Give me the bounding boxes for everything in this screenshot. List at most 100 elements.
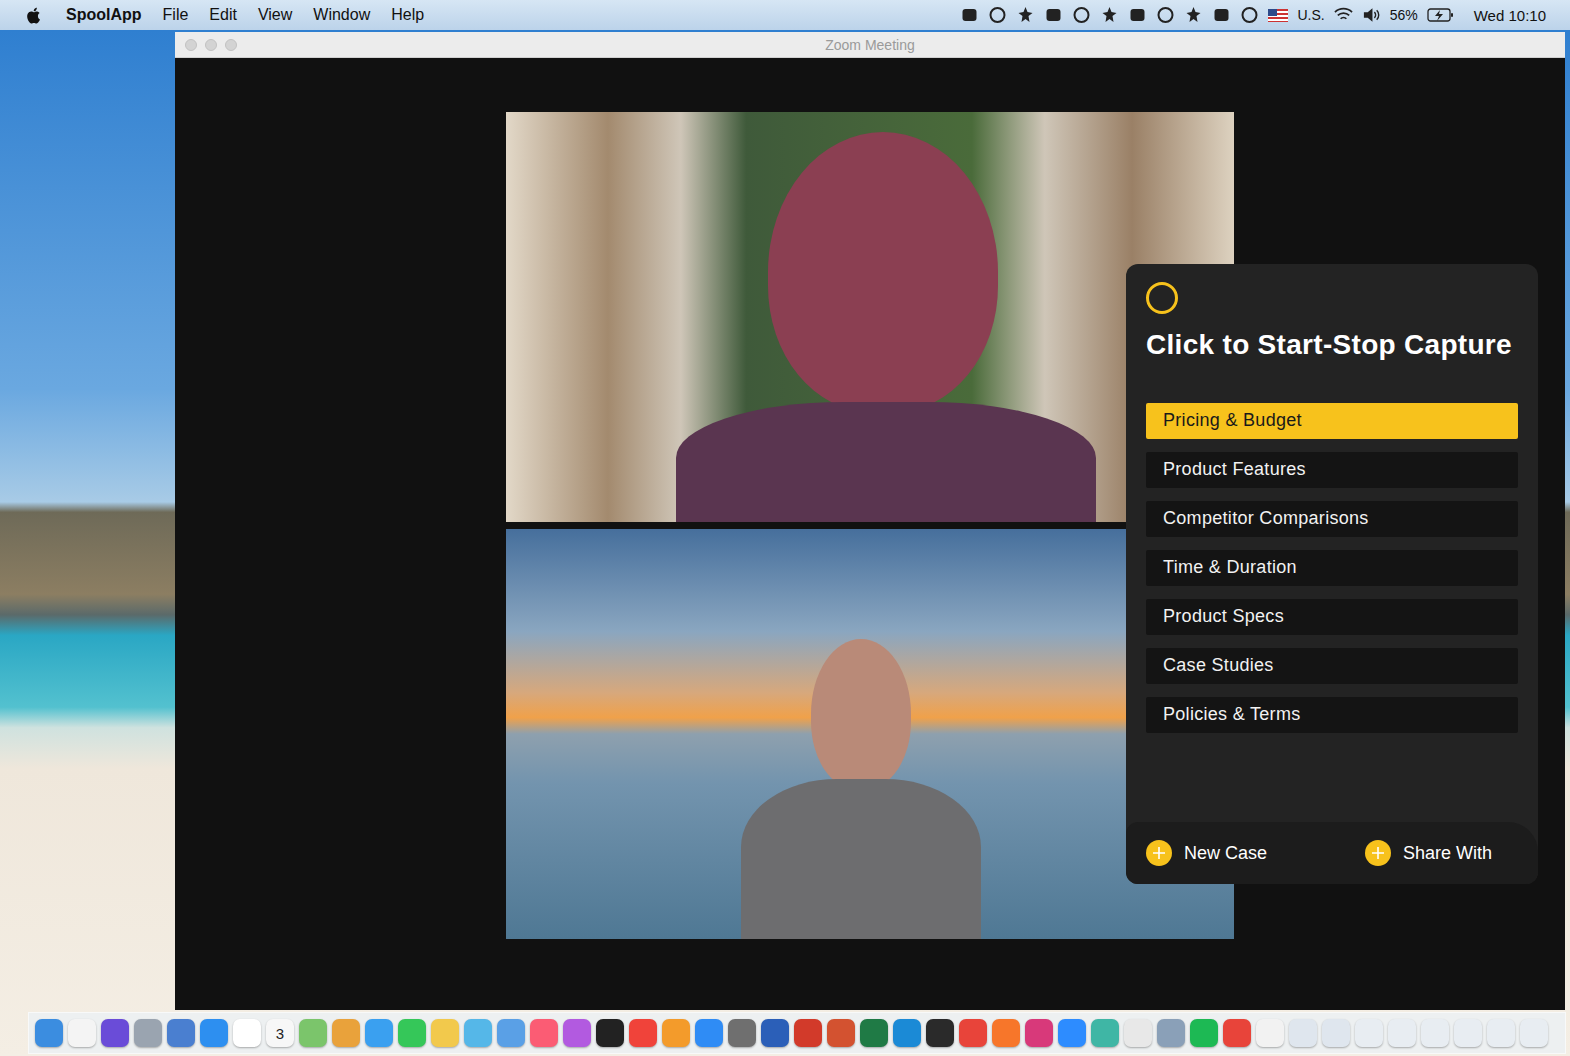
video-tile xyxy=(506,112,1234,522)
status-item-icon[interactable] xyxy=(1184,6,1203,24)
dock-app-icon[interactable] xyxy=(728,1019,756,1047)
dock-app-icon[interactable] xyxy=(959,1019,987,1047)
dock-app-icon[interactable] xyxy=(365,1019,393,1047)
dock-app-icon[interactable] xyxy=(1223,1019,1251,1047)
dock-app-icon[interactable] xyxy=(926,1019,954,1047)
menu-bar: SpoolApp File Edit View Window Help U.S. 56%… xyxy=(0,0,1570,30)
dock-app-icon[interactable] xyxy=(200,1019,228,1047)
dock-app-icon[interactable] xyxy=(464,1019,492,1047)
dock-app-icon[interactable] xyxy=(1388,1019,1416,1047)
dock-app-icon[interactable] xyxy=(134,1019,162,1047)
dock-app-icon[interactable] xyxy=(332,1019,360,1047)
menu-item[interactable]: Help xyxy=(391,6,424,24)
dock-app-icon[interactable] xyxy=(596,1019,624,1047)
dock-app-icon[interactable] xyxy=(1355,1019,1383,1047)
category-item[interactable]: Product Specs xyxy=(1146,599,1518,635)
dock: 3 xyxy=(28,1012,1566,1054)
dock-app-icon[interactable] xyxy=(1256,1019,1284,1047)
status-item-icon[interactable] xyxy=(1044,6,1063,24)
category-item[interactable]: Product Features xyxy=(1146,452,1518,488)
dock-app-icon[interactable] xyxy=(1190,1019,1218,1047)
dock-app-icon[interactable] xyxy=(893,1019,921,1047)
dock-app-icon[interactable] xyxy=(761,1019,789,1047)
menu-item[interactable]: File xyxy=(163,6,189,24)
category-item[interactable]: Pricing & Budget xyxy=(1146,403,1518,439)
dock-app-icon[interactable] xyxy=(431,1019,459,1047)
menu-item[interactable]: View xyxy=(258,6,292,24)
category-list: Pricing & Budget Product Features Competit… xyxy=(1146,403,1518,733)
capture-toggle-icon[interactable] xyxy=(1146,282,1178,314)
category-item[interactable]: Time & Duration xyxy=(1146,550,1518,586)
menu-item[interactable]: Window xyxy=(313,6,370,24)
status-item-icon[interactable] xyxy=(1100,6,1119,24)
status-item-icon[interactable] xyxy=(960,6,979,24)
dock-app-icon[interactable] xyxy=(563,1019,591,1047)
dock-app-icon[interactable] xyxy=(794,1019,822,1047)
clock[interactable]: Wed 10:10 xyxy=(1474,7,1546,24)
action-button[interactable]: Share With xyxy=(1365,840,1492,866)
capture-panel: Click to Start-Stop Capture Pricing & Bu… xyxy=(1126,264,1538,884)
volume-icon[interactable] xyxy=(1362,6,1381,24)
plus-icon xyxy=(1365,840,1391,866)
video-tile xyxy=(506,529,1234,939)
battery-charging-icon[interactable] xyxy=(1427,7,1455,23)
battery-percent[interactable]: 56% xyxy=(1390,7,1418,23)
minimize-button[interactable] xyxy=(205,39,217,51)
app-menu[interactable]: SpoolApp xyxy=(66,6,142,24)
dock-app-icon[interactable] xyxy=(695,1019,723,1047)
dock-app-icon[interactable] xyxy=(662,1019,690,1047)
status-item-icon[interactable] xyxy=(1128,6,1147,24)
zoom-button[interactable] xyxy=(225,39,237,51)
status-item-icon[interactable] xyxy=(988,6,1007,24)
status-item-icon[interactable] xyxy=(1212,6,1231,24)
dock-app-icon[interactable] xyxy=(1058,1019,1086,1047)
title-bar: Zoom Meeting xyxy=(175,32,1565,58)
apple-logo-icon[interactable] xyxy=(26,6,43,25)
dock-app-icon[interactable] xyxy=(398,1019,426,1047)
plus-icon xyxy=(1146,840,1172,866)
screen: SpoolApp File Edit View Window Help U.S. 56%… xyxy=(0,0,1570,1056)
dock-app-icon[interactable] xyxy=(860,1019,888,1047)
dock-app-icon[interactable] xyxy=(167,1019,195,1047)
category-item[interactable]: Policies & Terms xyxy=(1146,697,1518,733)
dock-app-icon[interactable] xyxy=(1454,1019,1482,1047)
close-button[interactable] xyxy=(185,39,197,51)
status-item-icon[interactable] xyxy=(1072,6,1091,24)
dock-app-icon[interactable] xyxy=(233,1019,261,1047)
dock-app-icon[interactable] xyxy=(1421,1019,1449,1047)
dock-app-icon[interactable] xyxy=(1289,1019,1317,1047)
dock-app-icon[interactable] xyxy=(35,1019,63,1047)
dock-app-icon[interactable]: 3 xyxy=(266,1019,294,1047)
input-source[interactable]: U.S. xyxy=(1297,7,1324,23)
dock-app-icon[interactable] xyxy=(530,1019,558,1047)
dock-app-icon[interactable] xyxy=(992,1019,1020,1047)
menu-item[interactable]: Edit xyxy=(209,6,237,24)
dock-app-icon[interactable] xyxy=(101,1019,129,1047)
wifi-icon[interactable] xyxy=(1334,6,1353,24)
action-button[interactable]: New Case xyxy=(1146,840,1267,866)
status-item-icon[interactable] xyxy=(1240,6,1259,24)
dock-app-icon[interactable] xyxy=(1322,1019,1350,1047)
capture-title[interactable]: Click to Start-Stop Capture xyxy=(1146,328,1518,361)
window-title: Zoom Meeting xyxy=(825,37,914,53)
meeting-area: Click to Start-Stop Capture Pricing & Bu… xyxy=(175,58,1565,1010)
dock-app-icon[interactable] xyxy=(1025,1019,1053,1047)
category-item[interactable]: Case Studies xyxy=(1146,648,1518,684)
dock-app-icon[interactable] xyxy=(1091,1019,1119,1047)
dock-app-icon[interactable] xyxy=(1487,1019,1515,1047)
dock-app-icon[interactable] xyxy=(1124,1019,1152,1047)
zoom-window: Zoom Meeting Click to Start-Stop Capture… xyxy=(175,32,1565,1010)
dock-app-icon[interactable] xyxy=(1157,1019,1185,1047)
category-item[interactable]: Competitor Comparisons xyxy=(1146,501,1518,537)
dock-app-icon[interactable] xyxy=(629,1019,657,1047)
dock-app-icon[interactable] xyxy=(497,1019,525,1047)
us-flag-icon[interactable] xyxy=(1268,9,1288,22)
status-item-icon[interactable] xyxy=(1016,6,1035,24)
dock-app-icon[interactable] xyxy=(299,1019,327,1047)
desktop: Zoom Meeting Click to Start-Stop Capture… xyxy=(0,30,1570,1056)
dock-app-icon[interactable] xyxy=(68,1019,96,1047)
dock-app-icon[interactable] xyxy=(827,1019,855,1047)
panel-footer: New Case Share With xyxy=(1126,822,1538,884)
dock-app-icon[interactable] xyxy=(1520,1019,1548,1047)
status-item-icon[interactable] xyxy=(1156,6,1175,24)
